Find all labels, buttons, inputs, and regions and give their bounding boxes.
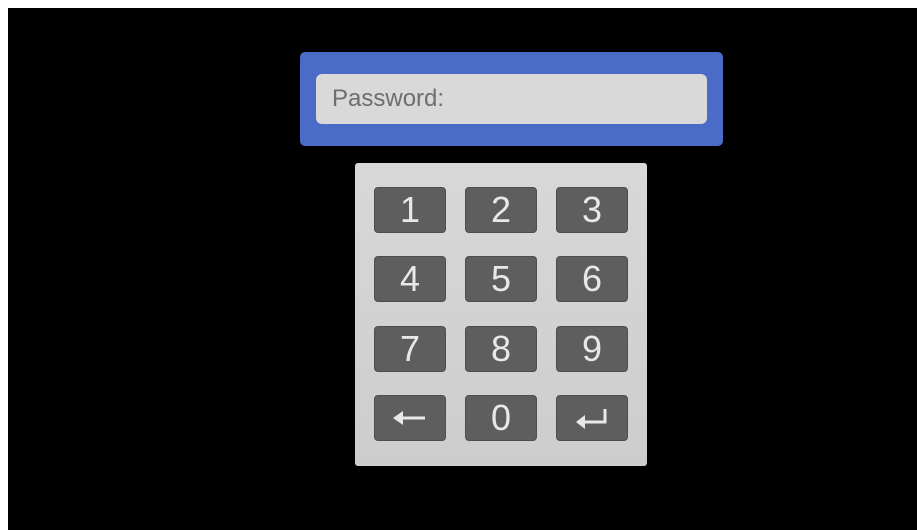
- enter-key[interactable]: [556, 395, 628, 441]
- password-panel: Password:: [300, 52, 723, 146]
- key-7[interactable]: 7: [374, 326, 446, 372]
- backspace-key[interactable]: [374, 395, 446, 441]
- password-label: Password:: [332, 85, 445, 112]
- key-1[interactable]: 1: [374, 187, 446, 233]
- key-2[interactable]: 2: [465, 187, 537, 233]
- key-4[interactable]: 4: [374, 256, 446, 302]
- enter-return-icon: [575, 407, 609, 429]
- key-0[interactable]: 0: [465, 395, 537, 441]
- key-6[interactable]: 6: [556, 256, 628, 302]
- password-field[interactable]: Password:: [316, 74, 707, 124]
- key-9[interactable]: 9: [556, 326, 628, 372]
- numeric-keypad: 1 2 3 4 5 6 7 8 9 0: [355, 163, 647, 466]
- key-3[interactable]: 3: [556, 187, 628, 233]
- backspace-arrow-icon: [393, 410, 427, 426]
- key-5[interactable]: 5: [465, 256, 537, 302]
- key-8[interactable]: 8: [465, 326, 537, 372]
- device-screen: Password: 1 2 3 4 5 6 7 8 9 0: [8, 8, 917, 530]
